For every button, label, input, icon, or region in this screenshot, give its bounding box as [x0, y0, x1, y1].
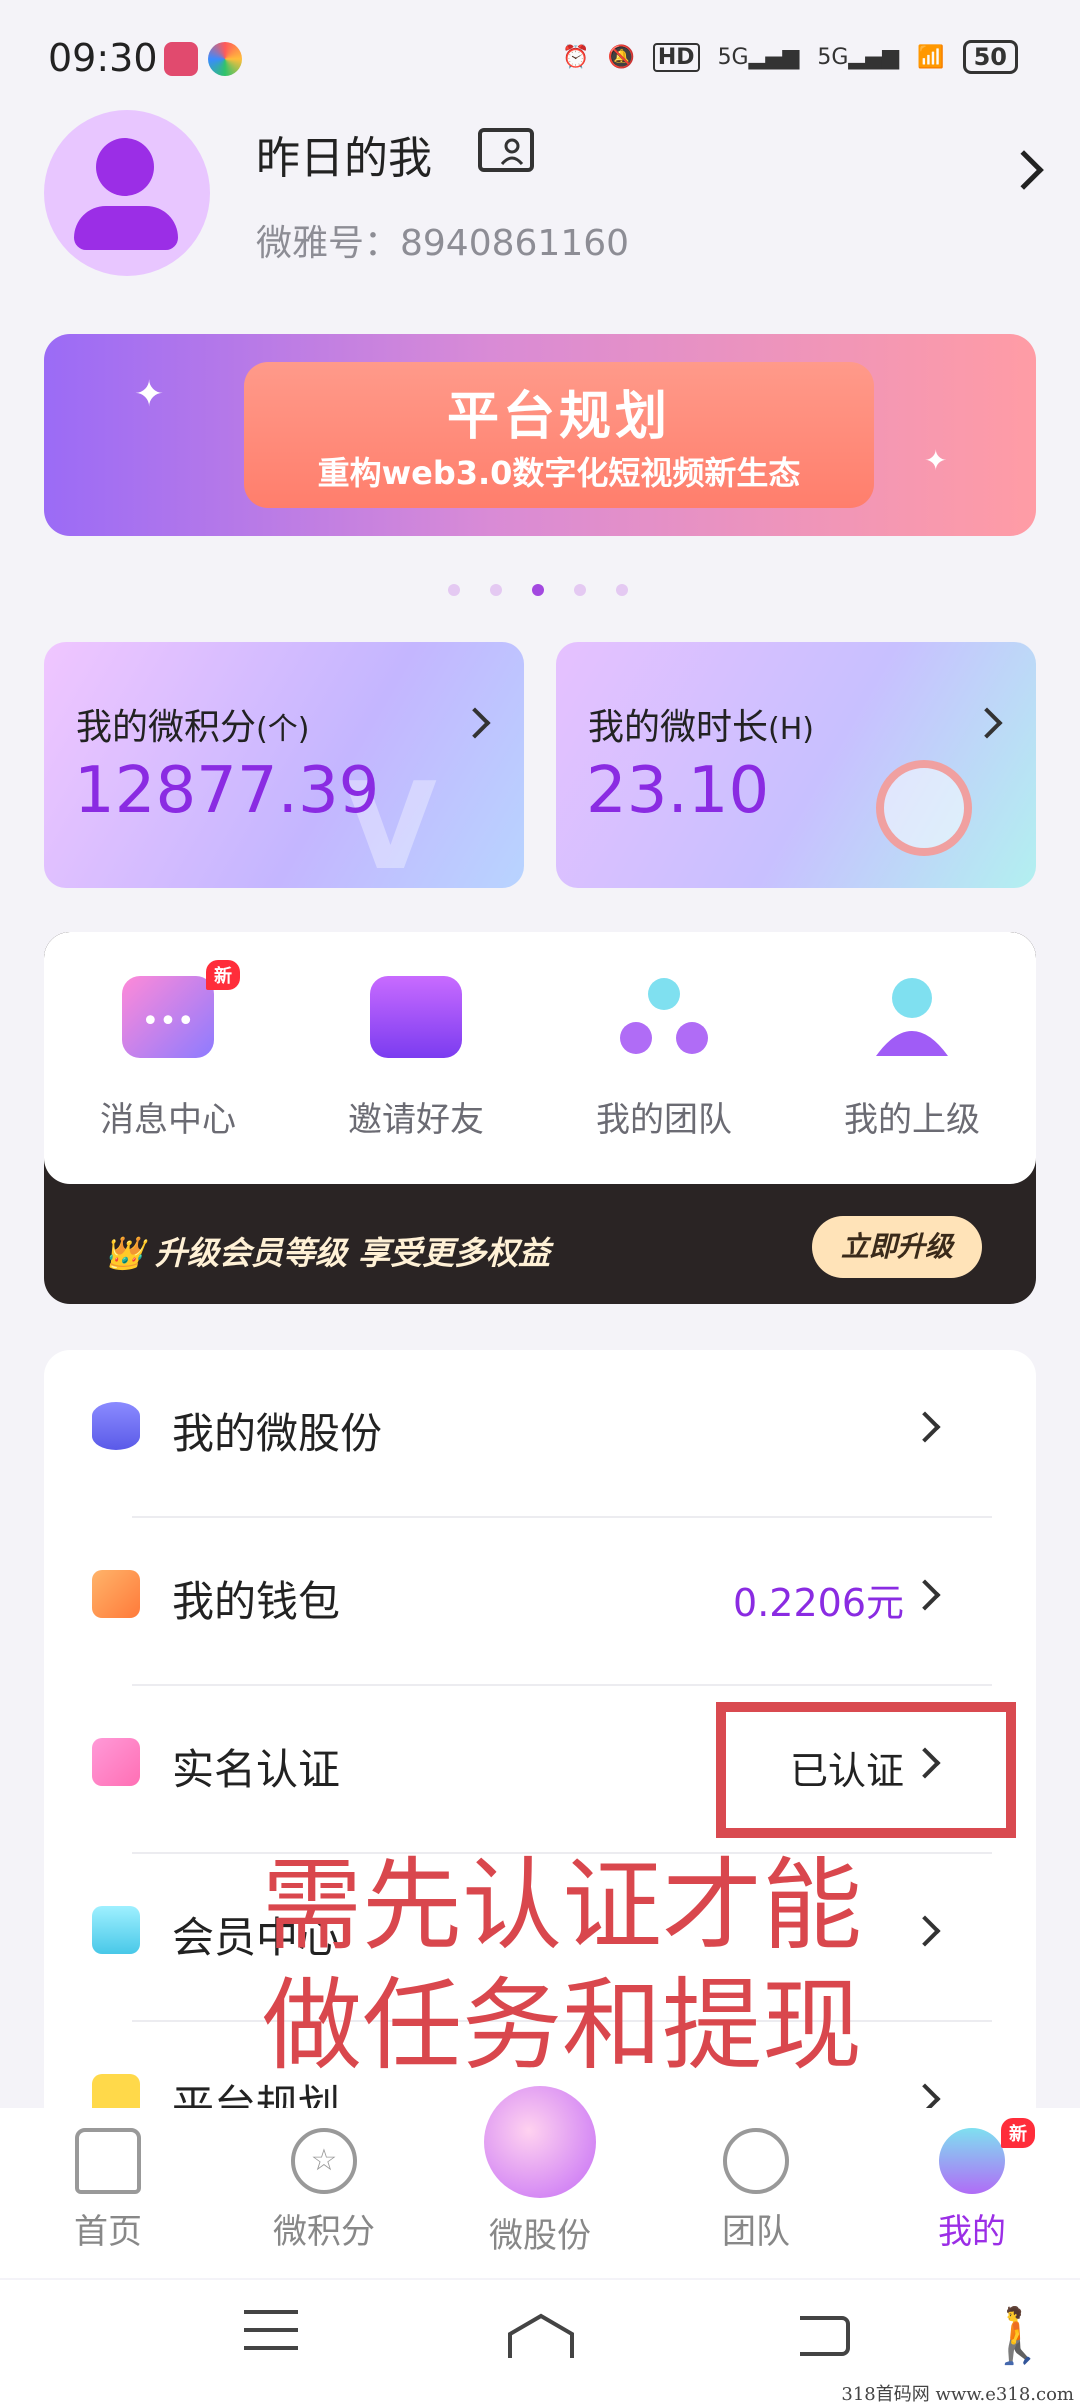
chevron-right-icon	[909, 1411, 941, 1443]
status-icons: ⏰ 🔕 HD 5G▂▄▆ 5G▂▄▆ 📶 50	[562, 40, 1018, 74]
quick-action-label: 邀请好友	[348, 1100, 484, 1140]
upgrade-button[interactable]: 立即升级	[812, 1216, 982, 1278]
signal-icon-2: 5G▂▄▆	[817, 44, 900, 70]
piggy-bank-icon[interactable]	[484, 2086, 596, 2198]
upgrade-text: 👑 升级会员等级 享受更多权益	[104, 1234, 551, 1272]
sparkle-icon: ✦	[924, 444, 948, 477]
nav-label: 我的	[938, 2212, 1006, 2252]
nav-home[interactable]: 首页	[0, 2128, 216, 2253]
sparkle-icon: ✦	[134, 374, 165, 415]
quick-action-label: 消息中心	[100, 1100, 236, 1140]
highlight-box	[716, 1702, 1016, 1838]
recent-apps-icon[interactable]	[244, 2310, 298, 2350]
quick-action-label: 我的上级	[844, 1100, 980, 1140]
banner-subtitle: 重构web3.0数字化短视频新生态	[317, 454, 801, 492]
wallet-balance: 0.2206元	[733, 1581, 904, 1625]
bilibili-app-icon	[164, 42, 198, 76]
chevron-right-icon	[909, 1579, 941, 1611]
banner-card: 平台规划 重构web3.0数字化短视频新生态	[244, 362, 874, 508]
annotation-text: 需先认证才能 做任务和提现	[262, 1847, 862, 2084]
page-dot[interactable]	[616, 584, 628, 596]
menu-item-shares[interactable]: 我的微股份	[44, 1350, 992, 1516]
avatar[interactable]	[44, 110, 210, 276]
nav-label: 首页	[74, 2212, 142, 2252]
new-badge: 新	[1001, 2118, 1035, 2148]
alarm-clock-icon	[876, 760, 972, 856]
page-dot[interactable]	[490, 584, 502, 596]
duration-label: 我的微时长(H)	[588, 707, 814, 748]
wallet-icon	[92, 1570, 140, 1618]
points-value: 12877.39	[74, 754, 380, 828]
banner-title: 平台规划	[446, 387, 671, 447]
nav-points[interactable]: ☆ 微积分	[216, 2128, 432, 2253]
quick-action-team[interactable]: 我的团队	[540, 976, 788, 1141]
nav-mine[interactable]: 新 我的	[864, 2118, 1080, 2253]
menu-item-label: 我的钱包	[172, 1577, 341, 1626]
invite-envelope-icon	[370, 976, 462, 1058]
wifi-icon: 📶	[917, 44, 945, 70]
duration-card[interactable]: 我的微时长(H) 23.10	[556, 642, 1036, 888]
quick-action-messages[interactable]: 新 ••• 消息中心	[44, 960, 292, 1141]
id-card-icon[interactable]	[478, 128, 534, 172]
star-circle-icon: ☆	[291, 2128, 357, 2194]
user-id: 微雅号：8940861160	[256, 223, 630, 264]
avatar-body	[74, 206, 178, 250]
points-label: 我的微积分(个)	[76, 707, 310, 748]
id-card-icon	[92, 1738, 140, 1786]
home-icon	[75, 2128, 141, 2194]
back-icon[interactable]	[800, 2316, 850, 2356]
nav-team[interactable]: 团队	[648, 2128, 864, 2253]
signal-icon-1: 5G▂▄▆	[717, 44, 800, 70]
avatar-head	[96, 138, 154, 196]
team-icon	[723, 2128, 789, 2194]
home-button-icon[interactable]	[506, 2312, 576, 2362]
mute-icon: 🔕	[607, 44, 635, 70]
status-bar: 09:30 ⏰ 🔕 HD 5G▂▄▆ 5G▂▄▆ 📶 50	[0, 0, 1080, 120]
new-badge: 新	[206, 960, 240, 990]
menu-item-wallet[interactable]: 我的钱包 0.2206元	[44, 1518, 992, 1684]
battery-icon: 50	[962, 40, 1018, 74]
banner-pagination	[448, 584, 628, 596]
superior-user-icon	[866, 976, 958, 1058]
duration-value: 23.10	[586, 754, 770, 828]
accessibility-icon[interactable]: 🚶	[984, 2304, 1051, 2368]
banner[interactable]: ✦ ✦ 平台规划 重构web3.0数字化短视频新生态	[44, 334, 1036, 536]
coin-stack-icon	[92, 1402, 140, 1450]
alarm-icon: ⏰	[562, 44, 590, 70]
app-notification-icon	[208, 42, 242, 76]
page-dot-active[interactable]	[532, 584, 544, 596]
page-dot[interactable]	[574, 584, 586, 596]
menu-item-label: 实名认证	[172, 1745, 341, 1794]
watermark: 318首码网 www.e318.com	[841, 2384, 1074, 2405]
menu-item-label: 我的微股份	[172, 1409, 383, 1458]
chevron-right-icon	[909, 1915, 941, 1947]
status-time: 09:30	[48, 36, 158, 80]
crown-icon: 👑	[104, 1234, 155, 1272]
quick-actions-grid: 新 ••• 消息中心 邀请好友 我的团队 我的上级	[44, 932, 1036, 1184]
profile-icon: 新	[939, 2118, 1035, 2194]
chevron-right-icon[interactable]	[1004, 150, 1044, 190]
team-icon	[618, 976, 710, 1058]
quick-action-label: 我的团队	[596, 1100, 732, 1140]
hd-icon: HD	[652, 42, 700, 72]
username: 昨日的我	[256, 133, 432, 184]
chevron-right-icon	[459, 707, 491, 739]
page-dot[interactable]	[448, 584, 460, 596]
quick-action-superior[interactable]: 我的上级	[788, 976, 1036, 1141]
message-icon: 新 •••	[122, 960, 240, 1058]
quick-actions-panel: 新 ••• 消息中心 邀请好友 我的团队 我的上级 👑 升级会员等级 享受更多权…	[44, 932, 1036, 1304]
nav-label: 微积分	[273, 2212, 375, 2252]
chevron-right-icon	[971, 707, 1003, 739]
crown-icon	[92, 1906, 140, 1954]
nav-label: 团队	[722, 2212, 790, 2252]
quick-action-invite[interactable]: 邀请好友	[292, 976, 540, 1141]
points-card[interactable]: V 我的微积分(个) 12877.39	[44, 642, 524, 897]
nav-label: 微股份	[489, 2216, 591, 2256]
